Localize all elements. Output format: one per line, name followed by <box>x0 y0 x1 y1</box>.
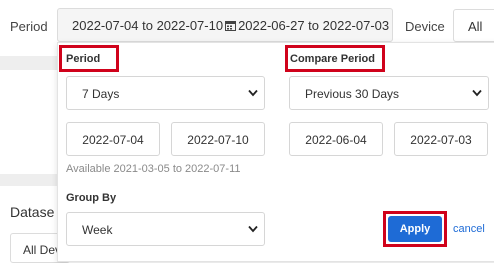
compare-end-date-value: 2022-07-03 <box>410 133 472 147</box>
period-start-date-value: 2022-07-04 <box>82 133 144 147</box>
device-select-value: All <box>468 19 483 34</box>
compare-end-date-input[interactable]: 2022-07-03 <box>394 122 488 156</box>
compare-start-date-input[interactable]: 2022-06-04 <box>289 122 383 156</box>
compare-start-date-value: 2022-06-04 <box>305 133 367 147</box>
period-end-date-input[interactable]: 2022-07-10 <box>171 122 265 156</box>
compare-range-text: 2022-06-27 to 2022-07-03 <box>238 17 390 33</box>
calendar-icon <box>225 20 237 31</box>
compare-period-heading: Compare Period <box>290 53 375 65</box>
period-end-date-value: 2022-07-10 <box>187 133 249 147</box>
group-by-value: Week <box>82 223 113 237</box>
device-label: Device <box>405 19 445 34</box>
period-start-date-input[interactable]: 2022-07-04 <box>66 122 160 156</box>
group-by-select[interactable]: Week <box>66 212 265 246</box>
dataset-label: Datase <box>10 204 55 220</box>
apply-button[interactable]: Apply <box>388 216 442 242</box>
period-heading: Period <box>66 53 101 65</box>
available-range-text: Available 2021-03-05 to 2022-07-11 <box>66 163 241 175</box>
group-by-heading: Group By <box>66 192 117 204</box>
compare-preset-value: Previous 30 Days <box>305 87 400 101</box>
chevron-down-icon <box>248 225 258 233</box>
period-preset-select[interactable]: 7 Days <box>66 76 265 110</box>
background-divider <box>0 56 60 70</box>
device-select[interactable]: All <box>453 9 494 42</box>
compare-preset-select[interactable]: Previous 30 Days <box>289 76 489 110</box>
current-range-text: 2022-07-04 to 2022-07-10 <box>72 17 224 33</box>
dataset-select-value: All Dev <box>23 243 62 257</box>
cancel-link[interactable]: cancel <box>453 223 485 235</box>
chevron-down-icon <box>472 89 482 97</box>
date-range-picker[interactable]: 2022-07-04 to 2022-07-10 2022-06-27 to 2… <box>57 8 393 42</box>
period-label: Period <box>10 19 48 34</box>
period-preset-value: 7 Days <box>82 87 120 101</box>
chevron-down-icon <box>248 89 258 97</box>
background-divider <box>0 174 60 186</box>
